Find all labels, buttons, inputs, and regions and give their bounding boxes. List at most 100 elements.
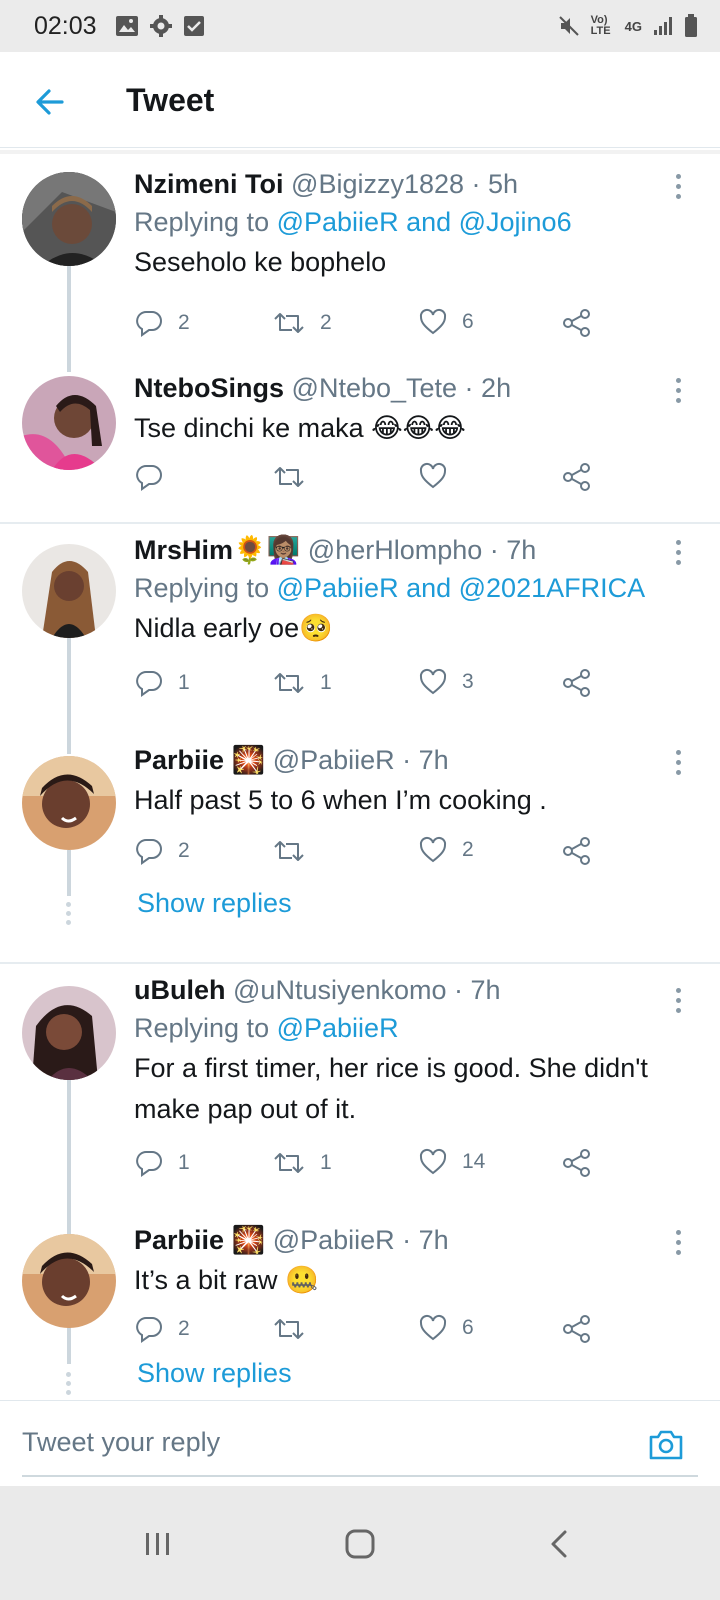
- replying-to: Replying to @PabiieR: [134, 1008, 670, 1048]
- share-button[interactable]: [562, 1314, 592, 1344]
- reply-count: 1: [178, 671, 190, 694]
- handle[interactable]: @Bigizzy1828: [291, 169, 464, 199]
- display-name[interactable]: NteboSings: [134, 373, 284, 403]
- share-button[interactable]: [562, 1148, 592, 1178]
- more-options-icon[interactable]: [676, 174, 684, 204]
- reply-button[interactable]: 2: [134, 308, 190, 338]
- reply-count: 1: [178, 1151, 190, 1174]
- replying-prefix: Replying to: [134, 1013, 270, 1043]
- more-options-icon[interactable]: [676, 540, 684, 570]
- signal-icon: [654, 17, 672, 35]
- camera-icon[interactable]: [646, 1425, 686, 1465]
- like-button[interactable]: 2: [418, 836, 474, 864]
- separator-dot: ·: [394, 745, 419, 775]
- replying-mentions[interactable]: @PabiieR and @Jojino6: [277, 207, 572, 237]
- thread-dotted-line: [66, 1372, 72, 1399]
- handle[interactable]: @PabiieR: [273, 1225, 395, 1255]
- reply-button[interactable]: 1: [134, 1148, 190, 1178]
- timestamp: 7h: [470, 975, 501, 1005]
- avatar[interactable]: [22, 1234, 116, 1328]
- separator-dot: ·: [394, 1225, 419, 1255]
- display-name[interactable]: MrsHim🌻👩🏽‍🏫: [134, 535, 300, 565]
- show-replies-link[interactable]: Show replies: [137, 888, 292, 919]
- display-name[interactable]: uBuleh: [134, 975, 226, 1005]
- retweet-button[interactable]: 2: [272, 308, 332, 338]
- retweet-icon: [274, 841, 304, 861]
- thread-divider: [0, 962, 720, 964]
- handle[interactable]: @PabiieR: [273, 745, 395, 775]
- separator-dot: ·: [457, 373, 482, 403]
- show-replies-link[interactable]: Show replies: [137, 1358, 292, 1389]
- more-options-icon[interactable]: [676, 1230, 684, 1260]
- reply-input-underline: [22, 1475, 698, 1477]
- share-button[interactable]: [562, 462, 592, 492]
- display-name[interactable]: Parbiie 🎇: [134, 745, 265, 775]
- tweet-actions: [134, 462, 614, 502]
- share-button[interactable]: [562, 668, 592, 698]
- retweet-button[interactable]: [272, 1314, 320, 1344]
- replying-to: Replying to @PabiieR and @Jojino6: [134, 202, 670, 242]
- like-button[interactable]: 6: [418, 1314, 474, 1342]
- display-name[interactable]: Parbiie 🎇: [134, 1225, 265, 1255]
- reply-button[interactable]: [134, 462, 178, 492]
- tweet[interactable]: uBuleh @uNtusiyenkomo · 7h Replying to @…: [0, 972, 720, 1234]
- share-button[interactable]: [562, 308, 592, 338]
- tweet-text: It’s a bit raw 🤐: [134, 1265, 319, 1295]
- retweet-button[interactable]: [272, 836, 320, 866]
- timestamp: 5h: [488, 169, 519, 199]
- handle[interactable]: @herHlompho: [308, 535, 483, 565]
- thread-dotted-line: [66, 902, 72, 929]
- thread-line: [67, 1078, 71, 1234]
- tweet-actions: 2 2: [134, 836, 614, 876]
- battery-icon: [685, 14, 697, 37]
- replying-prefix: Replying to: [134, 207, 270, 237]
- retweet-button[interactable]: 1: [272, 1148, 332, 1178]
- more-options-icon[interactable]: [676, 378, 684, 408]
- heart-icon: [419, 308, 447, 335]
- reply-button[interactable]: 2: [134, 1314, 190, 1344]
- like-button[interactable]: [418, 462, 462, 490]
- reply-count: 2: [178, 839, 190, 862]
- display-name[interactable]: Nzimeni Toi: [134, 169, 284, 199]
- reply-button[interactable]: 2: [134, 836, 190, 866]
- avatar[interactable]: [22, 756, 116, 850]
- heart-icon: [419, 668, 447, 695]
- retweet-icon: [274, 313, 304, 333]
- tweet[interactable]: Parbiie 🎇 @PabiieR · 7h It’s a bit raw 🤐…: [0, 1222, 720, 1400]
- avatar[interactable]: [22, 376, 116, 470]
- reply-count: 2: [178, 311, 190, 334]
- more-options-icon[interactable]: [676, 750, 684, 780]
- tweet[interactable]: NteboSings @Ntebo_Tete · 2h Tse dinchi k…: [0, 370, 720, 510]
- handle[interactable]: @uNtusiyenkomo: [233, 975, 447, 1005]
- like-button[interactable]: 6: [418, 308, 474, 336]
- tweet-actions: 1 1 14: [134, 1148, 614, 1188]
- avatar[interactable]: [22, 986, 116, 1080]
- retweet-count: 2: [320, 311, 332, 334]
- share-button[interactable]: [562, 836, 592, 866]
- avatar[interactable]: [22, 544, 116, 638]
- recents-icon[interactable]: [138, 1524, 178, 1564]
- more-options-icon[interactable]: [676, 988, 684, 1018]
- retweet-button[interactable]: [272, 462, 320, 492]
- retweet-button[interactable]: 1: [272, 668, 332, 698]
- like-button[interactable]: 14: [418, 1148, 485, 1176]
- replying-mentions[interactable]: @PabiieR and @2021AFRICA: [277, 573, 646, 603]
- timestamp: 7h: [418, 1225, 449, 1255]
- tweet-header: MrsHim🌻👩🏽‍🏫 @herHlompho · 7h: [134, 532, 670, 568]
- avatar[interactable]: [22, 172, 116, 266]
- thread-line: [67, 266, 71, 372]
- reply-input[interactable]: Tweet your reply: [22, 1427, 220, 1458]
- handle[interactable]: @Ntebo_Tete: [292, 373, 458, 403]
- tweet[interactable]: Parbiie 🎇 @PabiieR · 7h Half past 5 to 6…: [0, 742, 720, 947]
- reply-icon: [136, 1317, 162, 1343]
- back-icon[interactable]: [540, 1524, 580, 1564]
- tweet[interactable]: MrsHim🌻👩🏽‍🏫 @herHlompho · 7h Replying to…: [0, 532, 720, 754]
- back-arrow-icon[interactable]: [30, 82, 70, 122]
- home-icon[interactable]: [340, 1524, 380, 1564]
- reply-button[interactable]: 1: [134, 668, 190, 698]
- thread-line: [67, 850, 71, 896]
- replying-mentions[interactable]: @PabiieR: [277, 1013, 399, 1043]
- page-title: Tweet: [126, 82, 215, 118]
- heart-icon: [419, 836, 447, 863]
- like-button[interactable]: 3: [418, 668, 474, 696]
